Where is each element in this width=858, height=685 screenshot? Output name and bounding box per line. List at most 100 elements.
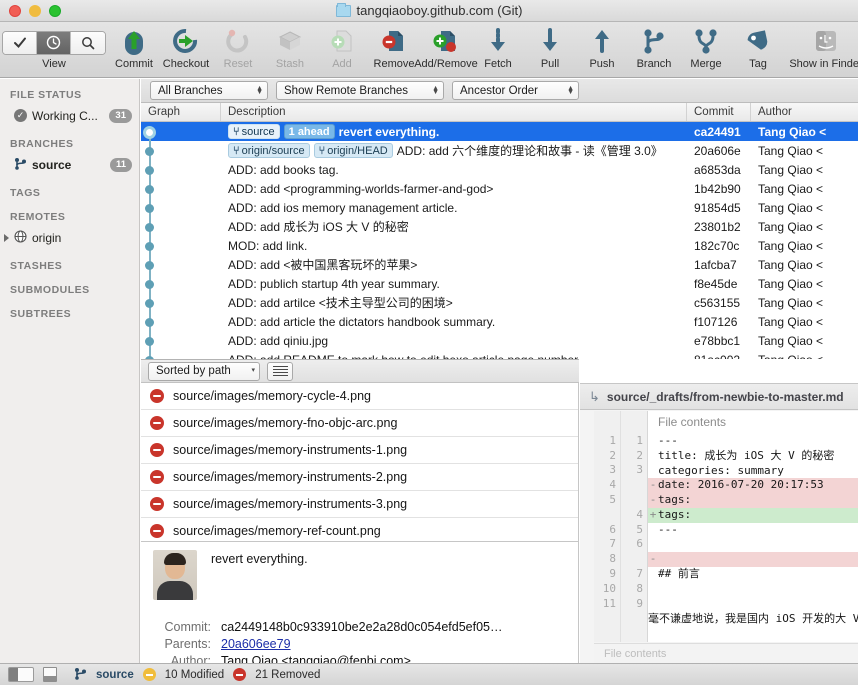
column-header-commit[interactable]: Commit (687, 103, 751, 121)
toolbar-commit-label: Commit (115, 58, 153, 70)
diff-line-number-old: 10 (602, 581, 616, 595)
ref-label[interactable]: ⑂ origin/source (228, 143, 310, 158)
commit-author-cell: Tang Qiao < (758, 314, 824, 329)
column-header-author[interactable]: Author (751, 103, 858, 121)
ahead-badge[interactable]: 1 ahead (283, 124, 335, 139)
sort-popup-label: Sorted by path (156, 365, 231, 377)
disclosure-triangle-icon[interactable] (4, 233, 9, 242)
sidebar-toggle-icon[interactable] (8, 667, 34, 682)
remove-icon (381, 26, 407, 56)
commit-author-row: Author: Tang Qiao <tangqiao@fenbi.com> (141, 654, 578, 663)
toolbar-fetch-button[interactable]: Fetch (472, 26, 524, 70)
toolbar-merge-label: Merge (690, 58, 722, 70)
toolbar-branch-button[interactable]: Branch (628, 26, 680, 70)
toolbar-reset-button[interactable]: Reset (212, 26, 264, 70)
branch-filter-popup[interactable]: All Branches ▲ ▼ (150, 81, 268, 100)
panel-toggle-icon[interactable] (43, 667, 57, 682)
sidebar-header-tags: TAGS (10, 187, 41, 199)
filter-bar: All Branches ▲ ▼ Show Remote Branches ▲ ▼ … (141, 79, 858, 103)
head-commit-dot-icon (143, 126, 156, 139)
ref-label[interactable]: ⑂ origin/HEAD (313, 143, 393, 158)
toolbar-commit-button[interactable]: Commit (108, 26, 160, 70)
commit-author-cell: Tang Qiao < (758, 238, 824, 253)
check-icon[interactable] (3, 31, 37, 54)
commit-parents-key: Parents: (164, 637, 211, 651)
toolbar-remove-button[interactable]: Remove (368, 26, 420, 70)
column-header-graph[interactable]: Graph (141, 103, 221, 121)
diff-file-header[interactable]: ↳ source/_drafts/from-newbie-to-master.m… (580, 384, 858, 410)
table-row[interactable]: ADD: add books tag. a6853da Tang Qiao < (141, 160, 858, 179)
commit-summary-text: ADD: add article the dictators handbook … (228, 314, 496, 329)
toolbar-add-remove-button[interactable]: Add/Remove (414, 26, 478, 70)
list-item[interactable]: source/images/memory-instruments-3.png (141, 491, 578, 518)
ref-label[interactable]: ⑂ source (228, 124, 280, 139)
commit-dot-icon (145, 318, 154, 327)
parent-commit-link[interactable]: 20a606ee79 (221, 637, 291, 651)
commit-author-cell: Tang Qiao < (758, 200, 824, 215)
list-layout-button[interactable] (267, 361, 293, 381)
column-header-description[interactable]: Description (221, 103, 687, 121)
list-item[interactable]: source/images/memory-ref-count.png (141, 518, 578, 541)
status-bar: source 10 Modified 21 Removed (0, 663, 858, 685)
toolbar-stash-button[interactable]: Stash (264, 26, 316, 70)
diff-footer-title: File contents (594, 643, 858, 663)
diff-line (648, 538, 858, 553)
table-row[interactable]: ADD: add qiniu.jpg e78bbc1 Tang Qiao < (141, 331, 858, 350)
toolbar-tag-button[interactable]: Tag (732, 26, 784, 70)
table-row[interactable]: ADD: publich startup 4th year summary. f8… (141, 274, 858, 293)
commit-author-cell: Tang Qiao < (758, 143, 824, 158)
list-item[interactable]: source/images/memory-instruments-2.png (141, 464, 578, 491)
add-remove-icon (431, 26, 461, 56)
commit-description-cell: ADD: add <programming-worlds-farmer-and-… (221, 182, 687, 196)
toolbar-checkout-button[interactable]: Checkout (160, 26, 212, 70)
toolbar-add-button[interactable]: Add (316, 26, 368, 70)
toolbar-pull-button[interactable]: Pull (524, 26, 576, 70)
table-row[interactable]: MOD: add link. 182c70c Tang Qiao < (141, 236, 858, 255)
table-row[interactable]: ADD: add artilce <技术主导型公司的困境> c563155 Tang… (141, 293, 858, 312)
table-row[interactable]: ADD: add article the dictators handbook … (141, 312, 858, 331)
toolbar-show-in-finder-button[interactable]: Show in Finder (784, 26, 858, 70)
table-row[interactable]: ADD: add <programming-worlds-farmer-and-… (141, 179, 858, 198)
window-controls[interactable] (0, 4, 61, 17)
commit-graph-cell (141, 198, 221, 217)
table-row[interactable]: ⑂ source 1 ahead revert everything. ca24491 T… (141, 122, 858, 150)
diff-line-text: tags: (658, 493, 692, 507)
toolbar-view-group[interactable]: View (0, 26, 108, 70)
commit-hash-cell: c563155 (694, 295, 741, 310)
diff-body[interactable]: .1234567891011 .123456789 File contents … (594, 411, 858, 642)
toolbar-push-button[interactable]: Push (576, 26, 628, 70)
commit-summary-text: ADD: add 成长为 iOS 大 V 的秘密 (228, 220, 409, 234)
list-item[interactable]: source/images/memory-fno-objc-arc.png (141, 410, 578, 437)
sidebar-item-origin[interactable]: origin (0, 227, 139, 248)
pull-icon (539, 26, 561, 56)
commit-author-cell: Tang Qiao < (758, 219, 824, 234)
view-segmented-control[interactable] (2, 30, 106, 55)
diff-line-number-old: 4 (609, 478, 616, 492)
table-row[interactable]: ADD: add README to mark how to edit hexo… (141, 350, 858, 359)
diff-line-number-old: 3 (609, 463, 616, 477)
commit-dot-icon (145, 337, 154, 346)
table-row[interactable]: ADD: add 成长为 iOS 大 V 的秘密 23801b2 Tang Qiao… (141, 217, 858, 236)
file-list[interactable]: source/images/memory-cycle-4.png source/i… (141, 383, 579, 541)
table-row[interactable]: ADD: add ios memory management article. 9… (141, 198, 858, 217)
table-row[interactable]: ⑂ origin/source ⑂ origin/HEAD ADD: add 六个维度的… (141, 141, 858, 160)
order-filter-popup[interactable]: Ancestor Order ▲ ▼ (452, 81, 579, 100)
toolbar-stash-label: Stash (275, 58, 305, 70)
clock-icon[interactable] (37, 31, 71, 54)
list-item[interactable]: source/images/memory-cycle-4.png (141, 383, 578, 410)
sort-popup[interactable]: Sorted by path ▾ (148, 361, 260, 381)
close-button[interactable] (9, 4, 21, 17)
commit-author-cell: Tang Qiao < (758, 124, 827, 139)
table-row[interactable]: ADD: add <被中国黑客玩坏的苹果> 1afcba7 Tang Qiao < (141, 255, 858, 274)
diff-panel: ↳ source/_drafts/from-newbie-to-master.m… (580, 383, 858, 663)
zoom-button[interactable] (49, 4, 61, 17)
diff-sign: - (649, 478, 657, 492)
commit-hash-cell: 1afcba7 (694, 257, 737, 272)
minimize-button[interactable] (29, 4, 41, 17)
list-item[interactable]: source/images/memory-instruments-1.png (141, 437, 578, 464)
remote-filter-popup[interactable]: Show Remote Branches ▲ ▼ (276, 81, 444, 100)
search-icon[interactable] (71, 31, 105, 54)
toolbar-merge-button[interactable]: Merge (680, 26, 732, 70)
sidebar-item-working-copy[interactable]: ✓ Working C... 31 (0, 105, 139, 126)
sidebar-item-source[interactable]: source 11 (0, 154, 139, 175)
